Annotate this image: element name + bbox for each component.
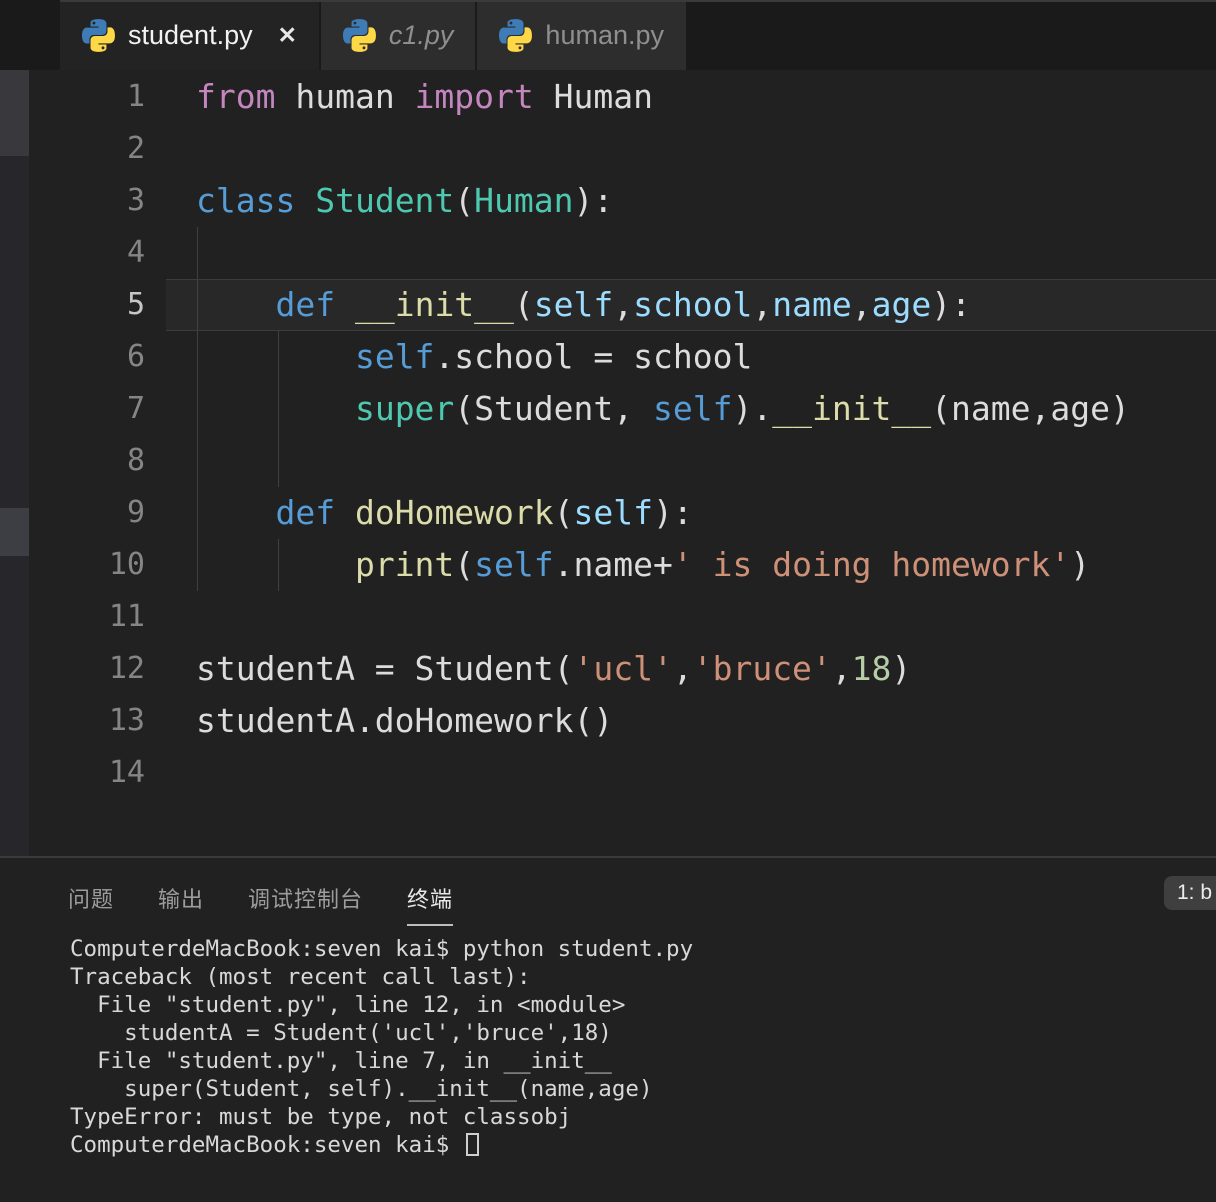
line-number[interactable]: 3 (29, 175, 145, 227)
line-text: studentA.doHomework() (196, 701, 614, 740)
line-number[interactable]: 14 (29, 747, 145, 799)
code-line-5[interactable]: 5 def __init__(self,school,name,age): (29, 279, 1216, 331)
code-line-9[interactable]: 9 def doHomework(self): (29, 487, 1216, 539)
line-number[interactable]: 2 (29, 123, 145, 175)
code-line-12[interactable]: 12 studentA = Student('ucl','bruce',18) (29, 643, 1216, 695)
editor-group: 1 from human import Human 2 3 class Student(… (0, 70, 1216, 856)
terminal-line: ComputerdeMacBook:seven kai$ (70, 1131, 1216, 1159)
python-icon (499, 18, 533, 52)
line-text: self.school = school (354, 337, 753, 376)
code-line-13[interactable]: 13 studentA.doHomework() (29, 695, 1216, 747)
line-number[interactable]: 12 (29, 643, 145, 695)
tabbar-top-edge (60, 0, 1216, 2)
tab-human.py[interactable]: human.py (477, 0, 686, 70)
terminal-line: super(Student, self).__init__(name,age) (70, 1076, 653, 1102)
terminal-output[interactable]: ComputerdeMacBook:seven kai$ python stud… (70, 935, 1216, 1159)
tab-label: c1.py (388, 19, 454, 50)
tab-bar: student.py ✕ c1.py human.py (0, 0, 1216, 70)
terminal-select-label: 1: b (1177, 881, 1213, 904)
code-area: 1 from human import Human 2 3 class Student(… (29, 71, 1216, 799)
terminal-line: studentA = Student('ucl','bruce',18) (70, 1020, 612, 1046)
panel-tab-终端[interactable]: 终端 (407, 872, 454, 926)
code-line-8[interactable]: 8 (29, 435, 1216, 487)
sidebar-edge-block-top (0, 70, 29, 156)
code-line-4[interactable]: 4 (29, 227, 1216, 279)
terminal-cursor (465, 1133, 479, 1156)
code-line-6[interactable]: 6 self.school = school (29, 331, 1216, 383)
terminal-line: Traceback (most recent call last): (70, 964, 531, 990)
line-number[interactable]: 11 (29, 591, 145, 643)
terminal-line: File "student.py", line 12, in <module> (70, 992, 626, 1018)
code-editor[interactable]: 1 from human import Human 2 3 class Student(… (29, 70, 1216, 856)
tab-c1.py[interactable]: c1.py (320, 0, 476, 70)
tab-label: human.py (545, 19, 664, 50)
line-text: studentA = Student('ucl','bruce',18) (196, 649, 912, 688)
panel-tab-调试控制台[interactable]: 调试控制台 (248, 872, 363, 926)
panel-tab-问题[interactable]: 问题 (68, 872, 114, 926)
close-icon[interactable]: ✕ (278, 22, 297, 49)
line-number[interactable]: 6 (29, 331, 145, 383)
code-line-3[interactable]: 3 class Student(Human): (29, 175, 1216, 227)
line-number[interactable]: 5 (29, 279, 145, 331)
code-line-7[interactable]: 7 super(Student, self).__init__(name,age… (29, 383, 1216, 435)
tab-label: student.py (128, 19, 253, 50)
code-line-11[interactable]: 11 (29, 591, 1216, 643)
terminal-line: TypeError: must be type, not classobj (70, 1104, 572, 1130)
line-text: def doHomework(self): (275, 493, 693, 532)
panel-tab-bar: 问题 输出 调试控制台 终端 (68, 872, 454, 926)
line-text: from human import Human (196, 77, 653, 116)
line-number[interactable]: 8 (29, 435, 145, 487)
line-number[interactable]: 13 (29, 695, 145, 747)
code-line-10[interactable]: 10 print(self.name+' is doing homework') (29, 539, 1216, 591)
code-line-1[interactable]: 1 from human import Human (29, 71, 1216, 123)
line-number[interactable]: 10 (29, 539, 145, 591)
line-number[interactable]: 1 (29, 71, 145, 123)
sidebar-edge (0, 70, 29, 856)
terminal-line: ComputerdeMacBook:seven kai$ python stud… (70, 936, 694, 962)
sidebar-edge-block-bottom (0, 508, 29, 556)
line-text: super(Student, self).__init__(name,age) (354, 389, 1130, 428)
python-icon (342, 18, 376, 52)
terminal-select[interactable]: 1: b (1164, 876, 1216, 910)
bottom-panel: 问题 输出 调试控制台 终端 1: b ComputerdeMacBook:seven… (0, 856, 1216, 1202)
line-text: print(self.name+' is doing homework') (354, 545, 1091, 584)
line-number[interactable]: 7 (29, 383, 145, 435)
panel-tab-输出[interactable]: 输出 (158, 872, 204, 926)
line-text: class Student(Human): (196, 181, 614, 220)
line-number[interactable]: 4 (29, 227, 145, 279)
terminal-line: File "student.py", line 7, in __init__ (70, 1048, 612, 1074)
code-line-14[interactable]: 14 (29, 747, 1216, 799)
tab-student.py[interactable]: student.py ✕ (60, 0, 319, 70)
code-line-2[interactable]: 2 (29, 123, 1216, 175)
python-icon (82, 18, 115, 52)
line-text: def __init__(self,school,name,age): (275, 285, 971, 324)
line-number[interactable]: 9 (29, 487, 145, 539)
